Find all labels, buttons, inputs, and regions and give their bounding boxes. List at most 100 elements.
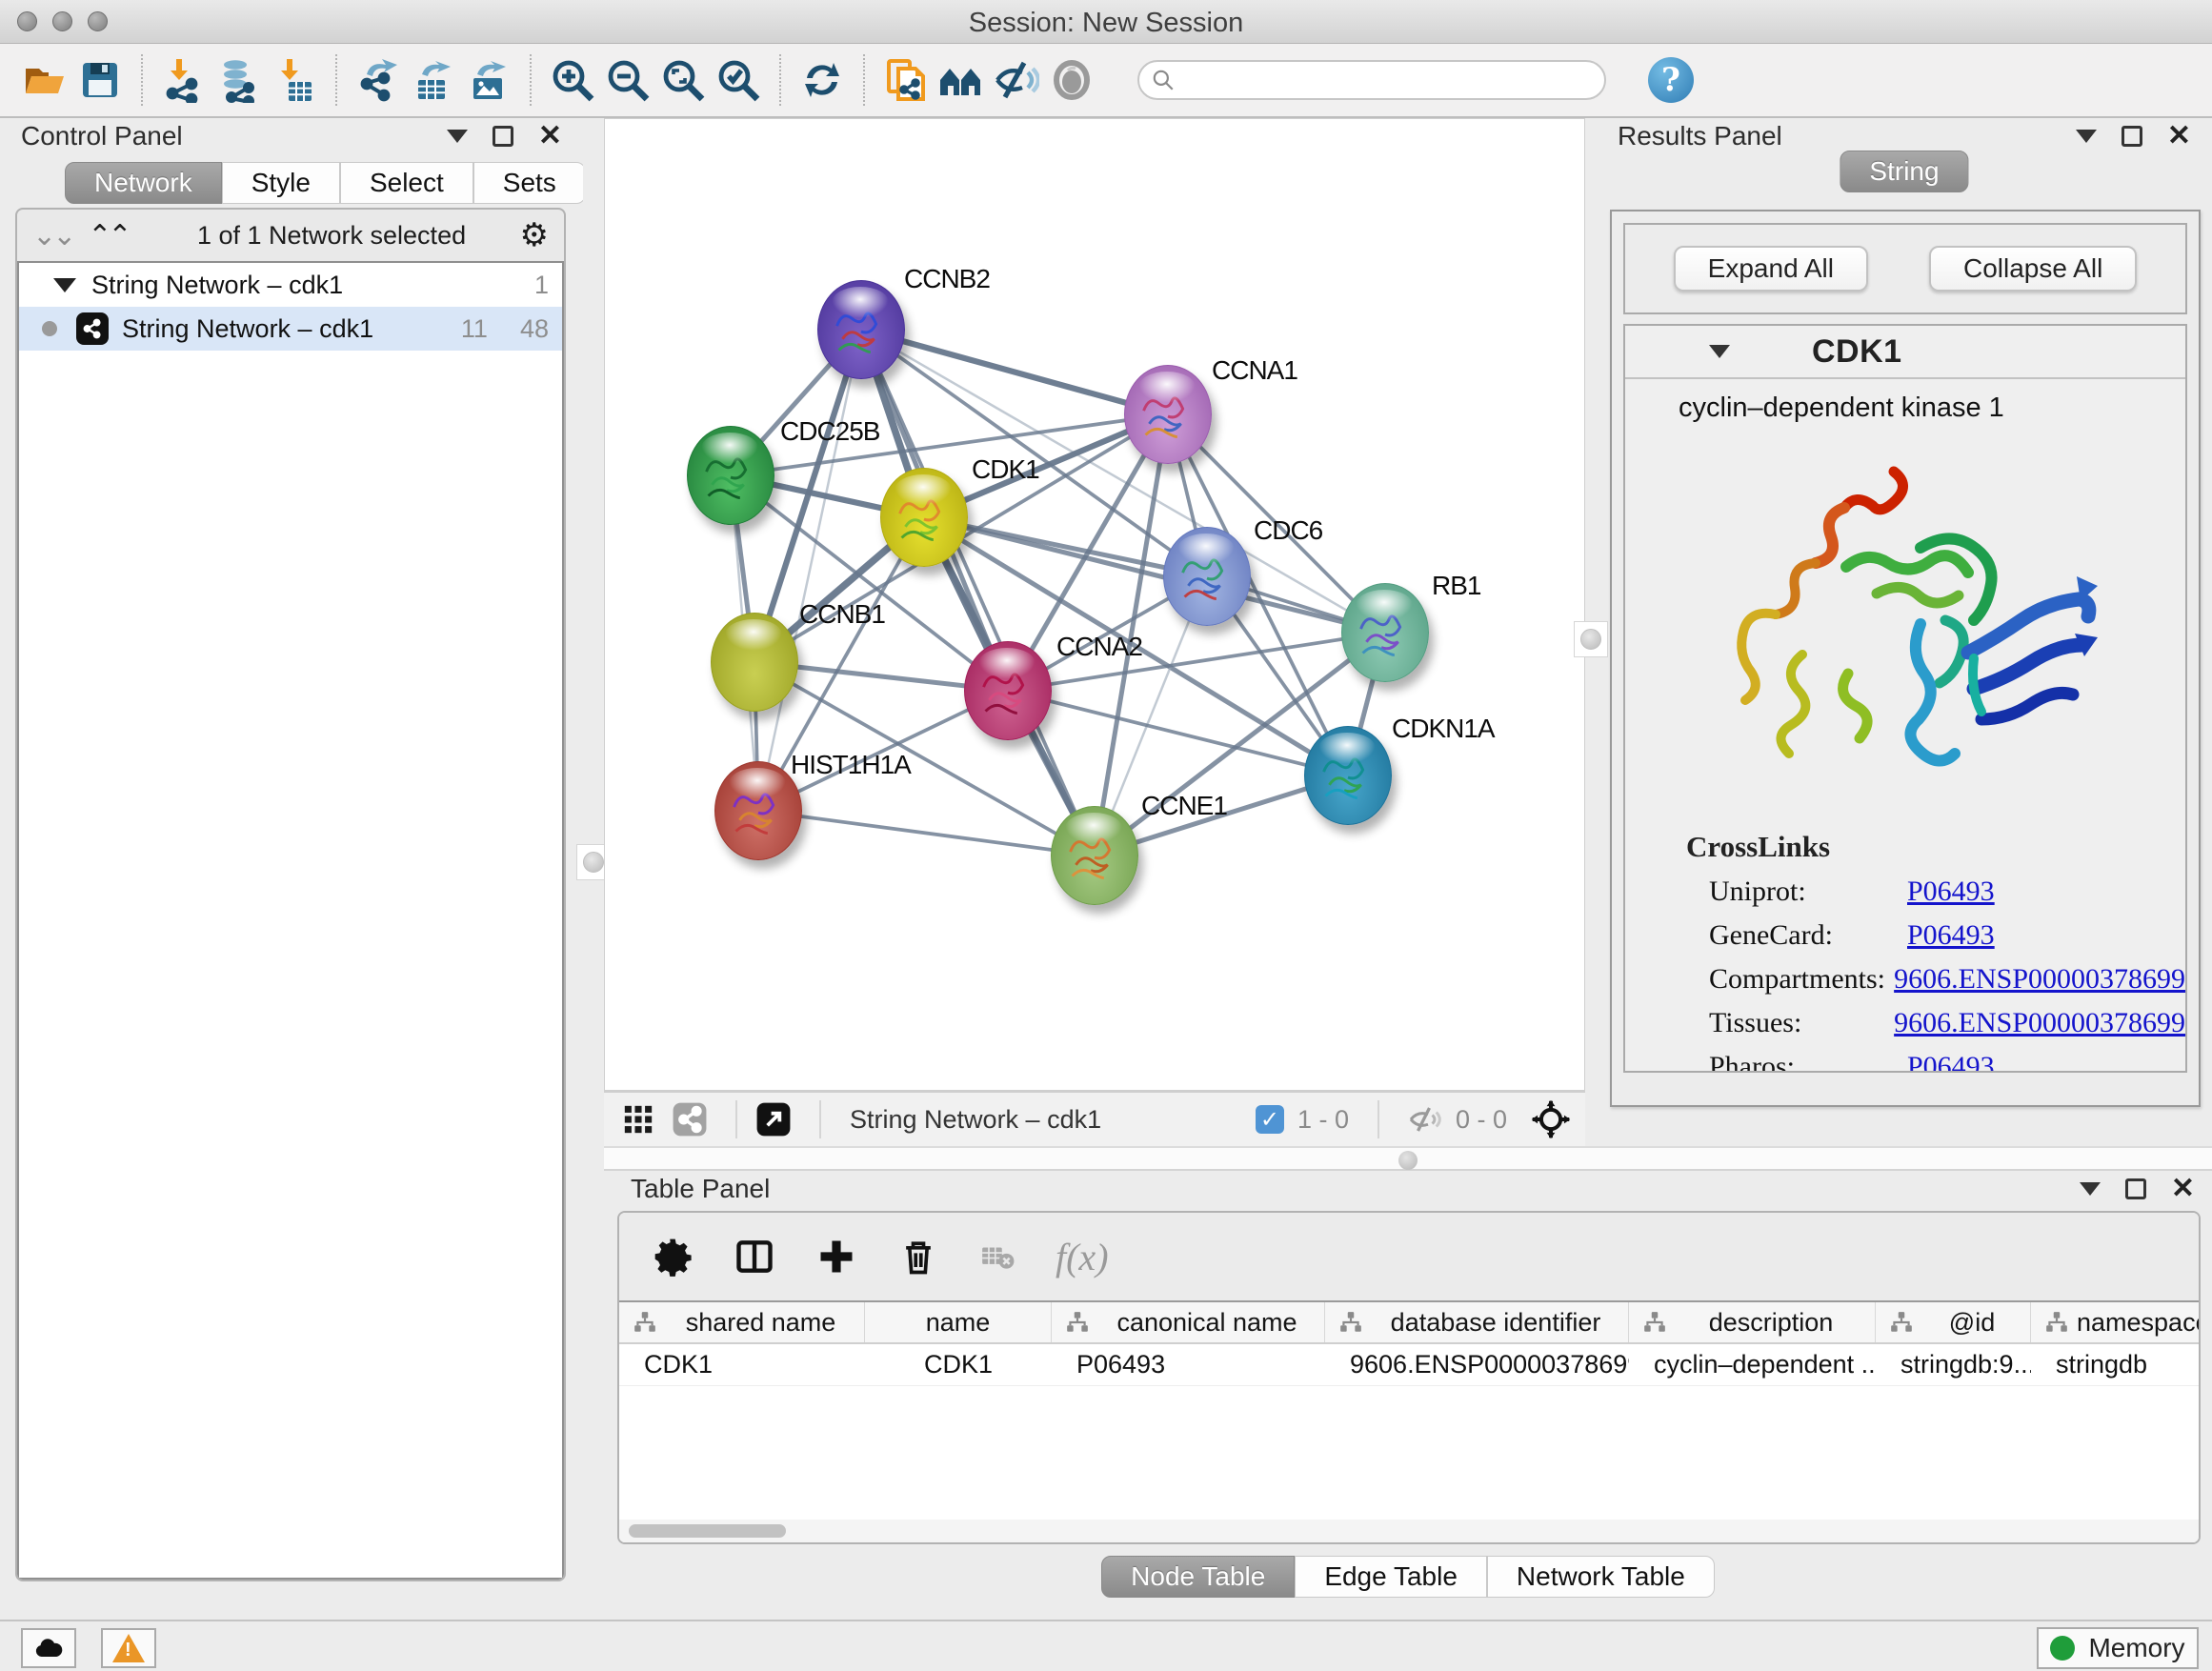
network-collection-row[interactable]: String Network – cdk1 1	[19, 263, 562, 307]
tab-network[interactable]: Network	[65, 162, 222, 204]
show-all-icon[interactable]	[1044, 52, 1099, 108]
import-network-database-icon[interactable]	[211, 52, 267, 108]
delete-column-icon[interactable]	[897, 1236, 939, 1278]
search-input[interactable]	[1176, 65, 1576, 96]
clone-network-icon[interactable]	[878, 52, 934, 108]
protein-structure-image	[1696, 433, 2115, 815]
add-column-icon[interactable]	[815, 1236, 857, 1278]
column-header[interactable]: @id	[1876, 1302, 2031, 1342]
window-title: Session: New Session	[0, 8, 2212, 39]
crosslink-link[interactable]: P06493	[1907, 919, 1995, 952]
birdseye-grid-icon[interactable]	[617, 1098, 659, 1140]
cdk1-collapse-icon[interactable]	[1709, 345, 1730, 358]
export-table-icon[interactable]	[406, 52, 461, 108]
crosslink-link[interactable]: 9606.ENSP00000378699	[1894, 963, 2185, 996]
tab-network-table[interactable]: Network Table	[1487, 1556, 1715, 1598]
export-image-icon[interactable]	[461, 52, 516, 108]
memory-button[interactable]: Memory	[2037, 1627, 2199, 1669]
show-columns-icon[interactable]	[734, 1236, 775, 1278]
network-share-icon[interactable]	[669, 1098, 711, 1140]
right-splitter[interactable]	[1585, 118, 1597, 1146]
network-options-gear-icon[interactable]: ⚙	[520, 216, 549, 254]
results-close-icon[interactable]: ✕	[2167, 122, 2191, 151]
node-gloss-highlight	[701, 433, 757, 464]
fit-selected-crosshair-icon[interactable]	[1530, 1098, 1572, 1140]
zoom-in-icon[interactable]	[545, 52, 600, 108]
zoom-selected-icon[interactable]	[711, 52, 766, 108]
table-close-icon[interactable]: ✕	[2171, 1175, 2195, 1203]
crosslink-link[interactable]: P06493	[1907, 1051, 1995, 1071]
import-table-file-icon[interactable]	[267, 52, 322, 108]
column-header[interactable]: name	[865, 1302, 1052, 1342]
collapse-all-networks-icon[interactable]: ⌄⌄	[32, 219, 72, 252]
network-node-CCNE1[interactable]	[1051, 806, 1138, 905]
import-network-file-icon[interactable]	[156, 52, 211, 108]
table-horizontal-scrollbar[interactable]	[619, 1520, 2199, 1542]
network-node-CCNA2[interactable]	[964, 641, 1052, 740]
network-node-CDKN1A[interactable]	[1304, 726, 1392, 825]
column-network-icon	[633, 1310, 657, 1335]
left-splitter[interactable]	[583, 118, 604, 1620]
table-cell: cyclin–dependent ...	[1629, 1344, 1876, 1385]
network-edges[interactable]	[605, 119, 1585, 1091]
tab-node-table[interactable]: Node Table	[1101, 1556, 1295, 1598]
network-node-CCNB1[interactable]	[711, 613, 798, 712]
table-row[interactable]: CDK1CDK1P064939606.ENSP00000378699cyclin…	[619, 1344, 2199, 1386]
network-node-CCNA1[interactable]	[1124, 365, 1212, 464]
first-neighbors-icon[interactable]	[934, 52, 989, 108]
help-icon[interactable]: ?	[1648, 57, 1694, 103]
column-header[interactable]: description	[1629, 1302, 1876, 1342]
crosslink-row: GeneCard:P06493	[1686, 914, 2185, 957]
node-gloss-highlight	[832, 287, 888, 318]
network-node-CDC25B[interactable]	[687, 426, 774, 525]
panel-maximize-icon[interactable]	[493, 126, 513, 147]
expand-all-button[interactable]: Expand All	[1674, 246, 1868, 292]
tab-edge-table[interactable]: Edge Table	[1295, 1556, 1487, 1598]
node-gloss-highlight	[895, 474, 951, 506]
horizontal-splitter-handle[interactable]	[1398, 1151, 1418, 1170]
tab-select[interactable]: Select	[340, 162, 473, 204]
network-node-HIST1H1A[interactable]	[714, 761, 802, 860]
expand-all-networks-icon[interactable]: ⌃⌃	[88, 219, 128, 252]
tab-sets[interactable]: Sets	[473, 162, 586, 204]
network-canvas[interactable]: CCNB2CCNA1CDC25BCDK1CDC6RB1CCNB1CCNA2CDK…	[604, 118, 1585, 1091]
tab-style[interactable]: Style	[222, 162, 340, 204]
open-in-window-icon[interactable]	[753, 1098, 794, 1140]
network-node-CDK1[interactable]	[880, 468, 968, 567]
network-node-RB1[interactable]	[1341, 583, 1429, 682]
crosslink-link[interactable]: 9606.ENSP00000378699	[1894, 1007, 2185, 1039]
cdk1-section-header[interactable]: CDK1	[1625, 326, 2185, 379]
cloud-button[interactable]	[21, 1628, 76, 1668]
collection-expand-icon[interactable]	[53, 278, 76, 292]
horizontal-splitter[interactable]	[604, 1146, 2212, 1171]
warnings-button[interactable]	[101, 1628, 156, 1668]
panel-close-icon[interactable]: ✕	[538, 122, 562, 151]
results-maximize-icon[interactable]	[2122, 126, 2142, 147]
open-session-icon[interactable]	[17, 52, 72, 108]
column-header[interactable]: shared name	[619, 1302, 865, 1342]
refresh-view-icon[interactable]	[794, 52, 850, 108]
table-options-gear-icon[interactable]	[652, 1236, 694, 1278]
collapse-all-button[interactable]: Collapse All	[1929, 246, 2137, 292]
export-network-icon[interactable]	[351, 52, 406, 108]
column-header[interactable]: canonical name	[1052, 1302, 1325, 1342]
panel-float-icon[interactable]	[447, 130, 468, 143]
table-float-icon[interactable]	[2080, 1182, 2101, 1196]
fit-content-icon[interactable]	[655, 52, 711, 108]
table-maximize-icon[interactable]	[2125, 1178, 2146, 1199]
zoom-out-icon[interactable]	[600, 52, 655, 108]
hide-selected-icon[interactable]	[989, 52, 1044, 108]
results-float-icon[interactable]	[2076, 130, 2097, 143]
network-node-CDC6[interactable]	[1163, 527, 1251, 626]
column-header[interactable]: namespace	[2031, 1302, 2201, 1342]
selected-checkbox-icon[interactable]: ✓	[1256, 1105, 1284, 1134]
save-session-icon[interactable]	[72, 52, 128, 108]
network-row-selected[interactable]: String Network – cdk1 11 48	[19, 307, 562, 351]
scrollbar-thumb[interactable]	[629, 1524, 786, 1538]
network-node-CCNB2[interactable]	[817, 280, 905, 379]
crosslink-link[interactable]: P06493	[1907, 876, 1995, 908]
network-node-label: HIST1H1A	[791, 750, 911, 780]
column-header[interactable]: database identifier	[1325, 1302, 1629, 1342]
table-toolbar: f(x)	[619, 1213, 2199, 1300]
tab-string[interactable]: String	[1840, 151, 1968, 192]
